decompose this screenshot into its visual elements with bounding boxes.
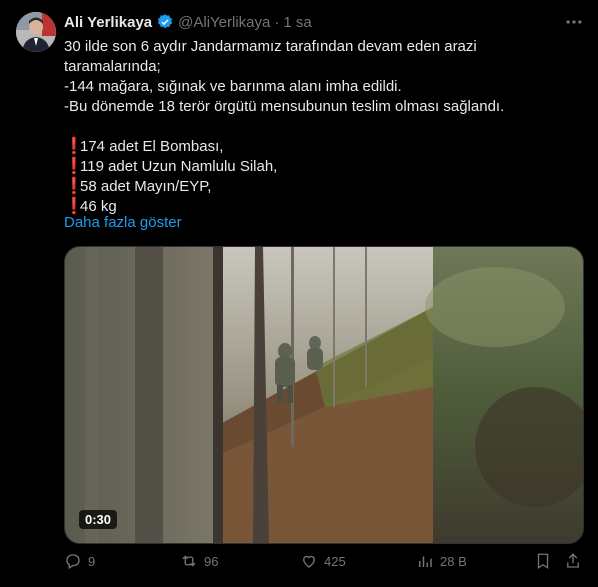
show-more-link[interactable]: Daha fazla göster xyxy=(64,214,182,231)
avatar-image xyxy=(16,12,56,52)
verified-badge-icon xyxy=(158,14,173,29)
list-item: ❗ 119 adet Uzun Namlulu Silah, xyxy=(64,157,574,177)
tweet-line: -Bu dönemde 18 terör örgütü mensubunun t… xyxy=(64,98,505,115)
avatar[interactable] xyxy=(16,12,56,52)
reply-button[interactable]: 9 xyxy=(64,552,95,570)
tweet-header: Ali Yerlikaya @AliYerlikaya · 1 sa xyxy=(64,12,312,32)
tweet-line: taramalarında; xyxy=(64,58,161,75)
list-item: ❗ 174 adet El Bombası, xyxy=(64,137,574,157)
tweet-timestamp[interactable]: 1 sa xyxy=(283,14,311,31)
list-item-text: 119 adet Uzun Namlulu Silah, xyxy=(80,158,278,175)
more-options-icon[interactable] xyxy=(564,12,584,32)
tweet-actions: 9 96 425 28 B xyxy=(64,552,584,576)
list-item-text: 174 adet El Bombası, xyxy=(80,138,224,155)
retweet-count: 96 xyxy=(204,553,219,569)
views-button[interactable]: 28 B xyxy=(416,552,467,570)
exclamation-icon: ❗ xyxy=(64,138,84,155)
views-chart-icon xyxy=(419,556,432,567)
heart-icon xyxy=(303,555,315,568)
video-duration: 0:30 xyxy=(79,510,118,529)
bookmark-icon xyxy=(537,553,549,570)
share-icon xyxy=(567,553,579,568)
reply-count: 9 xyxy=(88,553,96,569)
tweet-line: 30 ilde son 6 aydır Jandarmamız tarafınd… xyxy=(64,38,477,55)
tweet-text: 30 ilde son 6 aydır Jandarmamız tarafınd… xyxy=(64,37,574,217)
author-handle[interactable]: @AliYerlikaya xyxy=(178,14,270,31)
tweet-line: -144 mağara, sığınak ve barınma alanı im… xyxy=(64,78,402,95)
reply-icon xyxy=(66,554,80,569)
view-count: 28 B xyxy=(440,553,467,569)
video-thumbnail xyxy=(65,247,583,543)
separator-dot: · xyxy=(274,13,280,31)
like-button[interactable]: 425 xyxy=(300,552,346,570)
share-button[interactable] xyxy=(564,552,588,570)
retweet-button[interactable]: 96 xyxy=(180,552,218,570)
exclamation-icon: ❗ xyxy=(64,178,84,195)
bookmark-button[interactable] xyxy=(534,552,558,570)
video-player[interactable]: 0:30 xyxy=(64,246,584,544)
retweet-icon xyxy=(182,555,196,567)
list-item: ❗ 58 adet Mayın/EYP, xyxy=(64,177,574,197)
author-name[interactable]: Ali Yerlikaya xyxy=(64,14,152,31)
list-item-text: 58 adet Mayın/EYP, xyxy=(80,178,212,195)
like-count: 425 xyxy=(324,553,346,569)
exclamation-icon: ❗ xyxy=(64,158,84,175)
